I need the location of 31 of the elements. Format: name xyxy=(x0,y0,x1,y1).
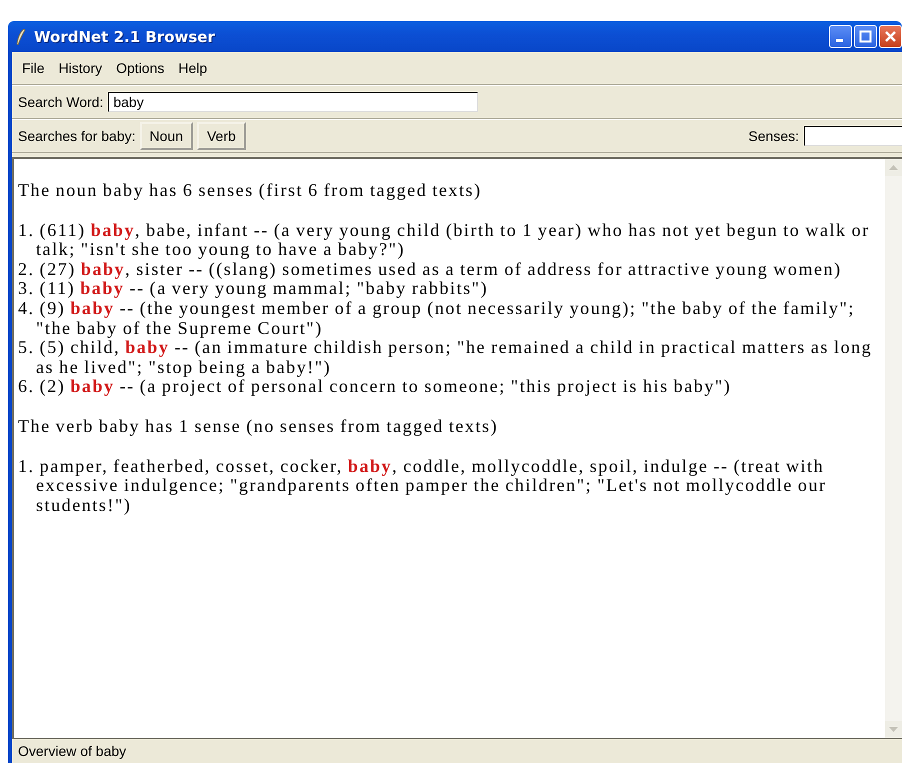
search-field[interactable]: baby xyxy=(108,92,478,112)
down-arrow-icon xyxy=(889,727,898,732)
menu-item[interactable]: Help xyxy=(172,58,214,78)
result-heading: The noun baby has 6 senses (first 6 from tagged texts) xyxy=(18,181,483,201)
close-button[interactable] xyxy=(879,25,902,48)
menu-item[interactable]: Options xyxy=(110,58,170,78)
sense-entry: 1. pamper, featherbed, cosset, cocker, baby, coddle, mollycoddle, spoil, indulge -- (treat with excessive indulgence; "grandparents often pamper the children"; "Let's not mollycoddle our students!") xyxy=(18,456,828,516)
close-icon xyxy=(884,30,897,43)
menu-item[interactable]: File xyxy=(16,58,51,78)
status-text: Overview of baby xyxy=(18,743,126,759)
feather-icon xyxy=(16,28,26,44)
window-title: WordNet 2.1 Browser xyxy=(34,28,216,46)
sense-entry: 2. (27) baby, sister -- ((slang) sometimes used as a term of address for attractive young women) xyxy=(18,260,843,280)
up-arrow-icon xyxy=(889,165,898,170)
result-heading: The verb baby has 1 sense (no senses from tagged texts) xyxy=(18,416,500,437)
minimize-icon xyxy=(836,39,842,42)
maximize-button[interactable] xyxy=(854,25,877,48)
senses-field[interactable] xyxy=(804,126,902,146)
search-type-button[interactable]: Noun xyxy=(140,122,193,150)
senses-label: Senses: xyxy=(748,128,799,144)
sense-entry: 3. (11) baby -- (a very young mammal; "baby rabbits") xyxy=(18,279,490,299)
sense-entry: 4. (9) baby -- (the youngest member of a group (not necessarily young); "the baby of the family"; "the baby of the Supreme Court") xyxy=(18,298,856,338)
sense-entry: 6. (2) baby -- (a project of personal concern to someone; "this project is his baby") xyxy=(18,377,732,397)
minimize-button[interactable] xyxy=(829,25,852,48)
search-type-button[interactable]: Verb xyxy=(196,122,246,150)
search-label: Search Word: xyxy=(18,94,104,110)
menu-item[interactable]: History xyxy=(52,58,108,78)
sense-entry: 5. (5) child, baby -- (an immature childish person; "he remained a child in practical matters as long as he lived"; "stop being a baby!") xyxy=(18,338,874,378)
maximize-icon xyxy=(859,30,872,43)
sense-entry: 1. (611) baby, babe, infant -- (a very young child (birth to 1 year) who has not yet begun to walk or talk; "isn't she too young to have a baby?") xyxy=(18,220,871,260)
searches-label: Searches for baby: xyxy=(18,128,136,144)
